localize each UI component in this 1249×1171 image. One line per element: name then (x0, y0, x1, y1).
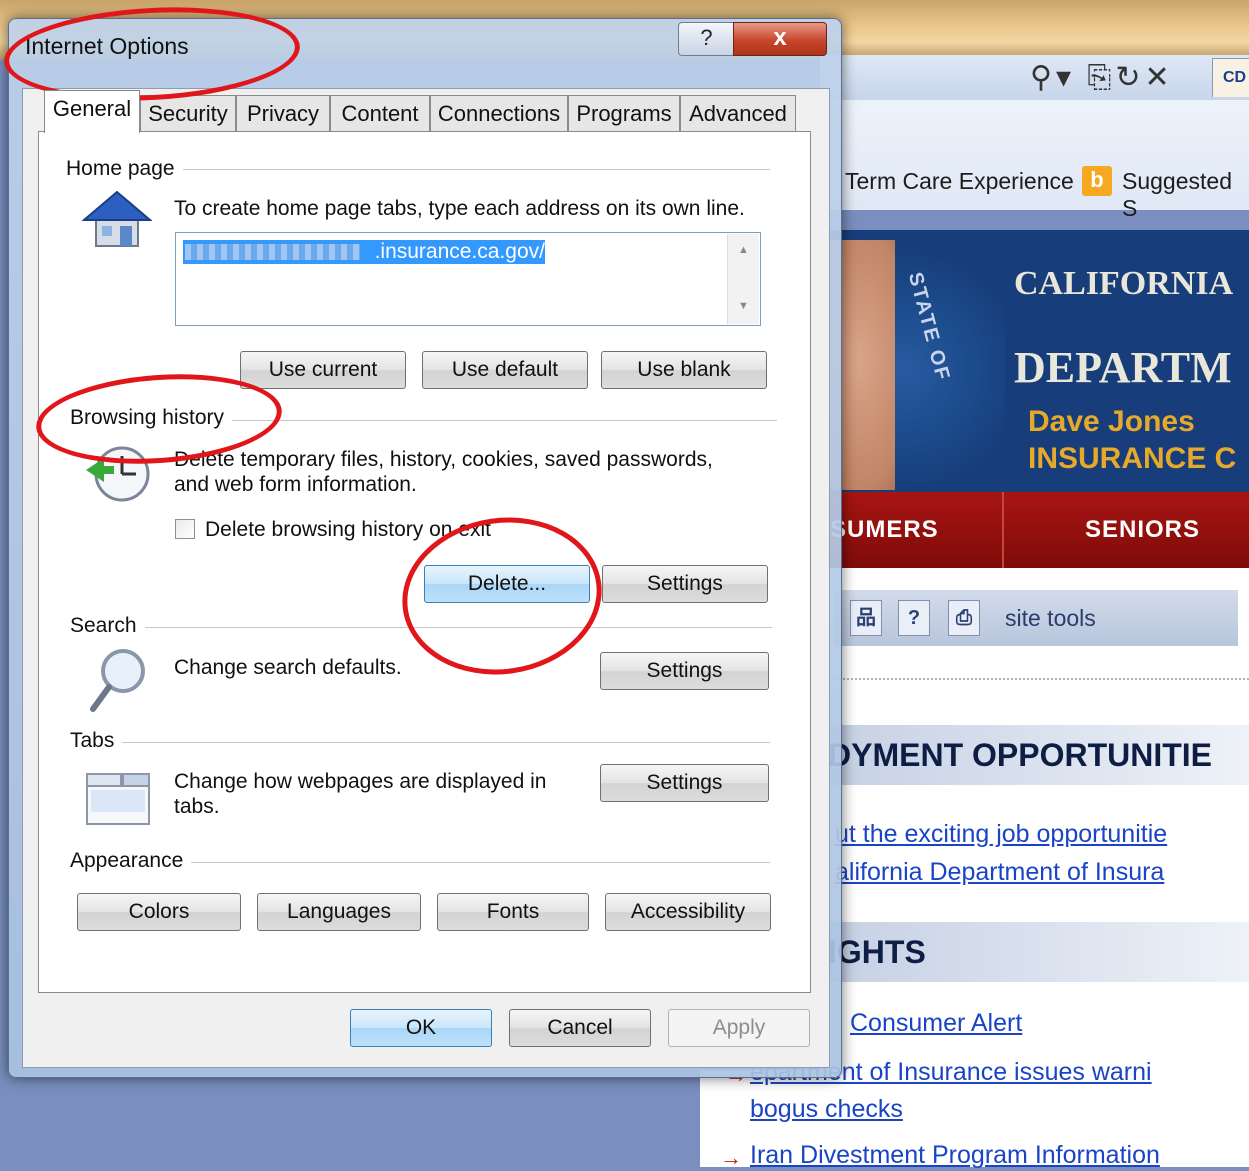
employment-link-2[interactable]: alifornia Department of Insura (835, 858, 1164, 887)
tab-general[interactable]: General (44, 90, 140, 133)
state-seal (895, 230, 1005, 492)
home-page-instruction: To create home page tabs, type each addr… (174, 197, 745, 220)
history-settings-button[interactable]: Settings (602, 565, 768, 603)
search-heading: Search (70, 614, 145, 638)
fonts-button[interactable]: Fonts (437, 893, 589, 931)
sitemap-icon[interactable]: 品 (850, 600, 882, 636)
use-default-button[interactable]: Use default (422, 351, 588, 389)
tab-advanced[interactable]: Advanced (680, 95, 796, 131)
search-description: Change search defaults. (174, 656, 402, 679)
tab-privacy[interactable]: Privacy (236, 95, 330, 131)
redacted-address-prefix (185, 244, 360, 260)
search-settings-button[interactable]: Settings (600, 652, 769, 690)
arrow-icon: → (720, 1145, 742, 1170)
tab-connections[interactable]: Connections (430, 95, 568, 131)
consumer-alert-link[interactable]: Consumer Alert (850, 1009, 1022, 1038)
cancel-button[interactable]: Cancel (509, 1009, 651, 1047)
close-button[interactable]: x (733, 22, 827, 56)
help-button[interactable]: ? (678, 22, 735, 56)
browsing-history-description-2: and web form information. (174, 473, 417, 496)
tab-security[interactable]: Security (140, 95, 236, 131)
bogus-checks-link[interactable]: bogus checks (750, 1095, 903, 1124)
delete-on-exit-checkbox[interactable] (175, 519, 195, 539)
nav-seniors[interactable]: SENIORS (1085, 516, 1200, 544)
use-current-button[interactable]: Use current (240, 351, 406, 389)
tab-programs[interactable]: Programs (568, 95, 680, 131)
banner-department: DEPARTM (1014, 343, 1232, 392)
use-blank-button[interactable]: Use blank (601, 351, 767, 389)
browsing-history-description-1: Delete temporary files, history, cookies… (174, 448, 713, 471)
address-bar-tools[interactable]: ⚲▾ ⎘↻✕ (1030, 60, 1174, 95)
scroll-down-icon[interactable]: ▼ (738, 300, 749, 312)
address-scrollbar[interactable]: ▲ ▼ (727, 234, 759, 324)
help-icon[interactable]: ? (898, 600, 930, 636)
home-icon (82, 190, 152, 247)
employment-link-1[interactable]: ut the exciting job opportunitie (835, 820, 1167, 849)
suggested-sites-icon: b (1082, 166, 1112, 196)
tabs-heading: Tabs (70, 729, 123, 753)
tabs-icon (86, 773, 150, 825)
banner-role: INSURANCE C (1028, 442, 1237, 475)
nav-separator (1002, 492, 1004, 568)
iran-link[interactable]: Iran Divestment Program Information (750, 1141, 1160, 1170)
browser-tab[interactable]: CD (1212, 58, 1249, 97)
nav-consumers[interactable]: SUMERS (830, 516, 939, 544)
home-page-heading: Home page (66, 157, 183, 181)
tab-content[interactable]: Content (330, 95, 430, 131)
tabs-description-1: Change how webpages are displayed in (174, 770, 547, 793)
favorite-term-care[interactable]: Term Care Experience (845, 168, 1074, 195)
tabs-settings-button[interactable]: Settings (600, 764, 769, 802)
scroll-up-icon[interactable]: ▲ (738, 244, 749, 256)
highlights-heading: IGHTS (820, 922, 1249, 982)
employment-heading: DYMENT OPPORTUNITIE (820, 725, 1249, 785)
site-tools-label: site tools (1005, 605, 1096, 631)
favorite-suggested[interactable]: Suggested S (1122, 168, 1249, 222)
tabs-group-line (70, 742, 770, 743)
site-nav: SUMERS SENIORS (820, 492, 1249, 568)
accessibility-button[interactable]: Accessibility (605, 893, 771, 931)
apply-button[interactable]: Apply (668, 1009, 810, 1047)
banner-california: CALIFORNIA (1014, 265, 1234, 302)
ok-button[interactable]: OK (350, 1009, 492, 1047)
languages-button[interactable]: Languages (257, 893, 421, 931)
divider (835, 678, 1249, 680)
banner-name: Dave Jones (1028, 405, 1195, 438)
magnifier-icon (90, 649, 145, 712)
tabs-description-2: tabs. (174, 795, 220, 818)
print-icon[interactable]: ⎙ (948, 600, 980, 636)
colors-button[interactable]: Colors (77, 893, 241, 931)
appearance-heading: Appearance (70, 849, 192, 873)
